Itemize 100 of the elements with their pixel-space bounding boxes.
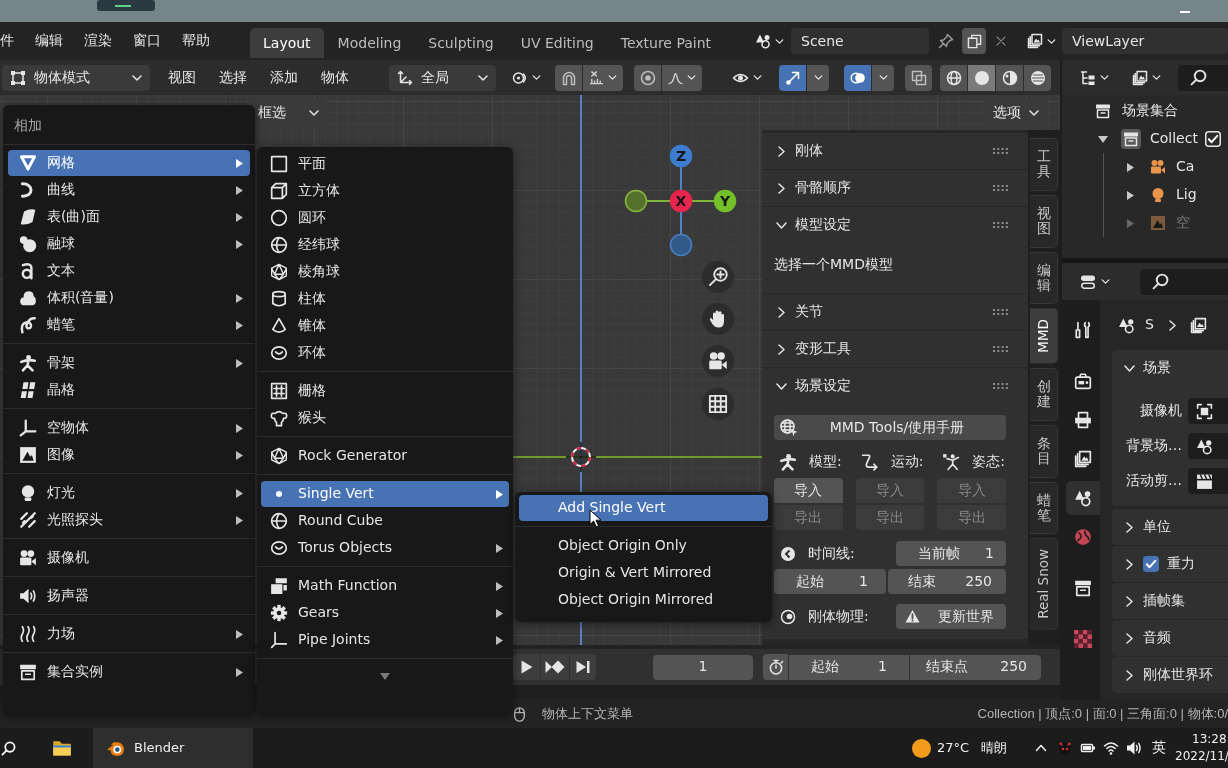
expand-triangle-icon[interactable] [1098,135,1108,143]
menu-item[interactable]: Add Single Vert [519,495,768,521]
expand-triangle-icon[interactable] [1127,190,1134,200]
menu-item[interactable]: 蜡笔 [8,312,250,338]
sidebar-tab[interactable]: 编辑 [1030,251,1058,305]
expand-triangle-icon[interactable] [1127,162,1134,172]
menu-item[interactable]: 力场 [8,621,250,647]
sidebar-tab[interactable]: 视图 [1030,194,1058,248]
panel-header[interactable]: 单位 [1112,509,1228,545]
proportional-toggle[interactable] [634,64,661,91]
menu-item[interactable]: 立方体 [261,178,509,204]
menu-item[interactable]: 光照探头 [8,507,250,533]
menu-item[interactable]: 窗口 [133,32,161,50]
menu-item[interactable]: 锥体 [261,313,509,339]
current-frame-field[interactable]: 当前帧 1 [896,541,1006,566]
menu-item[interactable]: 环体 [261,340,509,366]
menu-item[interactable]: 圆环 [261,205,509,231]
menu-item[interactable]: 扬声器 [8,583,250,609]
panel-header[interactable]: 变形工具 [762,331,1028,367]
start-frame-field[interactable]: 起始 1 [774,569,886,594]
panel-header[interactable]: 模型设定 [762,207,1028,243]
speaker-icon[interactable] [1126,740,1142,756]
xray-toggle[interactable] [905,64,932,91]
checkbox[interactable] [1143,556,1159,572]
workspace-tab[interactable]: UV Editing [507,28,607,58]
clock-date[interactable]: 2022/11/ [1175,748,1228,766]
mode-dropdown[interactable]: 物体模式 [2,64,150,91]
menu-item[interactable]: 表(曲)面 [8,204,250,230]
tree-item[interactable]: 空 [1104,209,1228,237]
overlay-options-dropdown[interactable] [872,64,894,91]
workspace-tab[interactable]: Modeling [324,28,415,58]
taskbar-app-button[interactable]: Blender [93,728,253,768]
pin-icon[interactable] [938,33,954,49]
axis-handle[interactable]: X [669,189,693,213]
menu-item[interactable]: 文本 [8,258,250,284]
wifi-icon[interactable] [1103,740,1119,756]
menu-item[interactable]: 件 [0,32,14,50]
sidebar-tab[interactable]: 创建 [1030,368,1058,421]
properties-tab[interactable] [1066,481,1100,515]
orientation-dropdown[interactable]: 全局 [389,64,496,91]
menu-item[interactable]: 摄像机 [8,545,250,571]
sidebar-tab[interactable]: MMD [1030,308,1058,365]
menu-item[interactable]: Round Cube [261,508,509,534]
panel-header[interactable]: 场景设定 [762,368,1028,404]
menu-item[interactable]: 物体 [321,68,349,87]
tree-item[interactable]: Collect [1062,125,1228,153]
view-layer-field[interactable]: ViewLayer [1062,28,1228,54]
menu-item[interactable]: 平面 [261,151,509,177]
menu-item[interactable]: Object Origin Only [519,533,768,559]
menu-item[interactable]: 图像 [8,442,250,468]
tree-item[interactable]: Lig [1104,181,1228,209]
panel-header[interactable]: 重力 [1112,546,1228,582]
object-field[interactable] [1188,468,1228,494]
shading-button[interactable] [1024,64,1051,91]
menu-item[interactable]: 灯光 [8,480,250,506]
stopwatch-button[interactable] [763,654,788,680]
menu-item[interactable]: Rock Generator [261,443,509,469]
gizmo-toggle[interactable] [779,64,806,91]
search-field[interactable] [1178,64,1228,91]
overlay-toggle[interactable] [844,64,871,91]
drag-handle-icon[interactable] [993,383,1008,389]
panel-header[interactable]: 场景 [1112,350,1228,386]
end-frame-field[interactable]: 结束点 250 [910,654,1041,680]
sidebar-tab[interactable]: 蜡笔 [1030,481,1058,535]
play-button[interactable] [513,654,540,680]
menu-item[interactable]: Pipe Joints [261,627,509,653]
tree-item[interactable]: Ca [1104,153,1228,181]
menu-item[interactable]: Single Vert [261,481,509,507]
import-button[interactable]: 导入 [774,478,843,503]
workspace-tab[interactable]: Sculpting [415,28,507,58]
menu-item[interactable]: 柱体 [261,286,509,312]
shading-button[interactable] [968,64,995,91]
menu-item[interactable]: 选择 [219,68,247,87]
drag-handle-icon[interactable] [993,185,1008,191]
proportional-options-dropdown[interactable] [662,64,702,91]
panel-header[interactable]: 刚体世界环 [1112,657,1228,693]
drag-handle-icon[interactable] [993,222,1008,228]
panel-header[interactable]: 关节 [762,294,1028,330]
menu-item[interactable]: 网格 [8,150,250,176]
scene-name-field[interactable]: Scene [791,28,929,54]
menu-item[interactable]: 经纬球 [261,232,509,258]
drag-handle-icon[interactable] [993,346,1008,352]
axis-handle[interactable]: Z [669,144,693,168]
menu-item[interactable]: 栅格 [261,378,509,404]
menu-item[interactable]: 曲线 [8,177,250,203]
search-field[interactable] [1140,268,1228,295]
start-frame-field[interactable]: 起始 1 [789,654,909,680]
manual-button[interactable]: MMD Tools/使用手册 [774,415,1006,440]
snap-toggle[interactable] [555,64,582,91]
drag-handle-icon[interactable] [993,148,1008,154]
close-icon[interactable] [995,35,1007,47]
menu-item[interactable]: 体积(音量) [8,285,250,311]
panel-header[interactable]: 刚体 [762,133,1028,169]
menu-item[interactable]: Gears [261,600,509,626]
tray-app-icon[interactable] [1057,740,1073,756]
menu-item[interactable]: 融球 [8,231,250,257]
chevron-up-icon[interactable] [1035,744,1047,752]
gizmo-options-dropdown[interactable] [807,64,829,91]
menu-item[interactable]: 猴头 [261,405,509,431]
clock-time[interactable]: 13:28 [1175,730,1228,748]
